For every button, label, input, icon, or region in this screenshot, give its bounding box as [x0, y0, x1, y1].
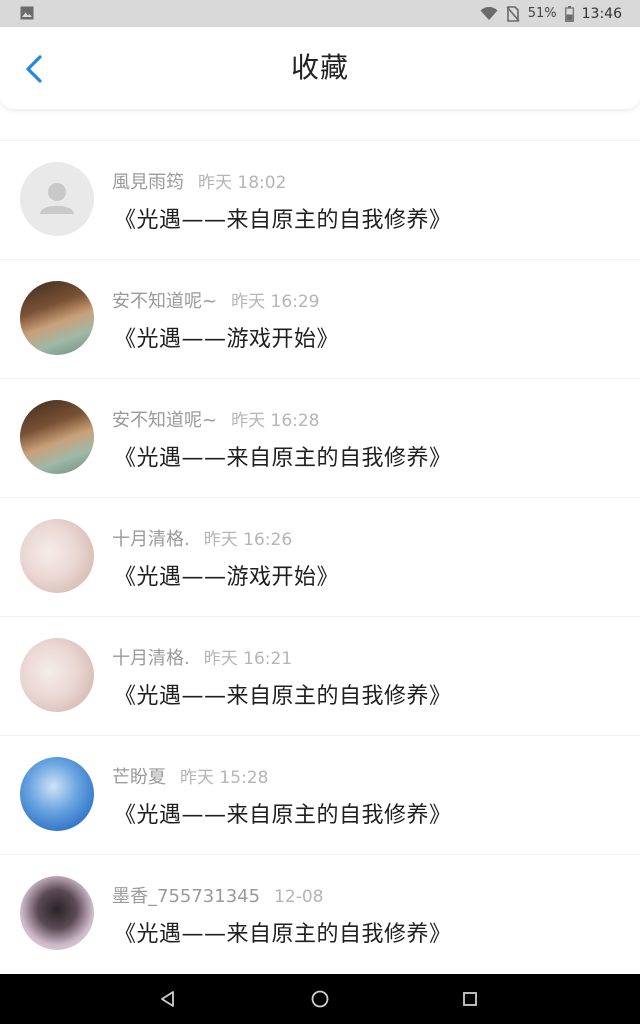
item-meta: 墨香_755731345 12-08	[112, 882, 323, 908]
divider	[0, 259, 640, 260]
user-name: 墨香_755731345	[112, 886, 261, 907]
status-bar: 51% 13:46	[0, 0, 640, 27]
page-title: 收藏	[290, 51, 349, 84]
default-avatar-icon	[40, 183, 74, 214]
nav-recents-button[interactable]	[458, 987, 482, 1011]
favorites-list: 風見雨筠 昨天 18:02 《光遇——来自原主的自我修养》 安不知道呢~ 昨天 16…	[0, 82, 640, 974]
navigation-bar	[0, 974, 640, 1024]
avatar	[20, 400, 94, 474]
item-meta: 安不知道呢~ 昨天 16:29	[112, 287, 320, 313]
user-name: 十月清格.	[112, 529, 190, 550]
image-notification-icon	[20, 6, 34, 20]
user-name: 十月清格.	[112, 648, 190, 669]
list-item[interactable]: 墨香_755731345 12-08 《光遇——来自原主的自我修养》	[0, 854, 640, 973]
nav-home-button[interactable]	[308, 987, 332, 1011]
timestamp: 12-08	[274, 887, 324, 907]
avatar	[20, 757, 94, 831]
list-item[interactable]: 十月清格. 昨天 16:21 《光遇——来自原主的自我修养》	[0, 616, 640, 735]
no-sim-icon	[506, 5, 520, 22]
clock: 13:46	[581, 5, 622, 22]
top-bar: 收藏	[0, 27, 640, 109]
timestamp: 昨天 15:28	[180, 768, 269, 788]
timestamp: 昨天 16:29	[231, 292, 320, 312]
item-meta: 十月清格. 昨天 16:26	[112, 525, 292, 551]
battery-percent: 51%	[527, 6, 557, 21]
timestamp: 昨天 16:26	[203, 530, 293, 550]
timestamp: 昨天 16:28	[231, 411, 320, 431]
user-name: 安不知道呢~	[112, 291, 218, 312]
battery-icon	[564, 5, 574, 22]
divider	[0, 497, 640, 498]
favorite-title: 《光遇——来自原主的自我修养》	[114, 922, 452, 947]
favorite-title: 《光遇——来自原主的自我修养》	[114, 446, 452, 471]
avatar	[20, 162, 94, 236]
avatar	[20, 281, 94, 355]
divider	[0, 378, 640, 379]
square-recents-icon	[463, 992, 477, 1006]
timestamp: 昨天 18:02	[198, 173, 287, 193]
divider	[0, 854, 640, 855]
item-meta: 芒盼夏 昨天 15:28	[112, 763, 268, 789]
user-name: 安不知道呢~	[112, 410, 218, 431]
favorite-title: 《光遇——来自原主的自我修养》	[114, 803, 452, 828]
item-meta: 安不知道呢~ 昨天 16:28	[112, 406, 320, 432]
user-name: 芒盼夏	[112, 767, 166, 788]
favorite-title: 《光遇——来自原主的自我修养》	[114, 208, 452, 233]
list-item[interactable]: 安不知道呢~ 昨天 16:29 《光遇——游戏开始》	[0, 259, 640, 378]
circle-home-icon	[311, 990, 329, 1008]
divider	[0, 140, 640, 141]
nav-back-button[interactable]	[156, 987, 180, 1011]
avatar	[20, 519, 94, 593]
wifi-icon	[480, 6, 498, 20]
divider	[0, 616, 640, 617]
favorite-title: 《光遇——来自原主的自我修养》	[114, 684, 452, 709]
favorite-title: 《光遇——游戏开始》	[114, 327, 340, 352]
timestamp: 昨天 16:21	[203, 649, 293, 669]
divider	[0, 735, 640, 736]
favorite-title: 《光遇——游戏开始》	[114, 565, 340, 590]
item-meta: 風見雨筠 昨天 18:02	[112, 168, 286, 194]
avatar	[20, 876, 94, 950]
item-meta: 十月清格. 昨天 16:21	[112, 644, 292, 670]
triangle-back-icon	[161, 991, 174, 1007]
user-name: 風見雨筠	[112, 172, 184, 193]
list-item[interactable]: 十月清格. 昨天 16:26 《光遇——游戏开始》	[0, 497, 640, 616]
avatar	[20, 638, 94, 712]
list-item[interactable]: 風見雨筠 昨天 18:02 《光遇——来自原主的自我修养》	[0, 140, 640, 259]
list-item[interactable]: 芒盼夏 昨天 15:28 《光遇——来自原主的自我修养》	[0, 735, 640, 854]
list-item[interactable]: 安不知道呢~ 昨天 16:28 《光遇——来自原主的自我修养》	[0, 378, 640, 497]
